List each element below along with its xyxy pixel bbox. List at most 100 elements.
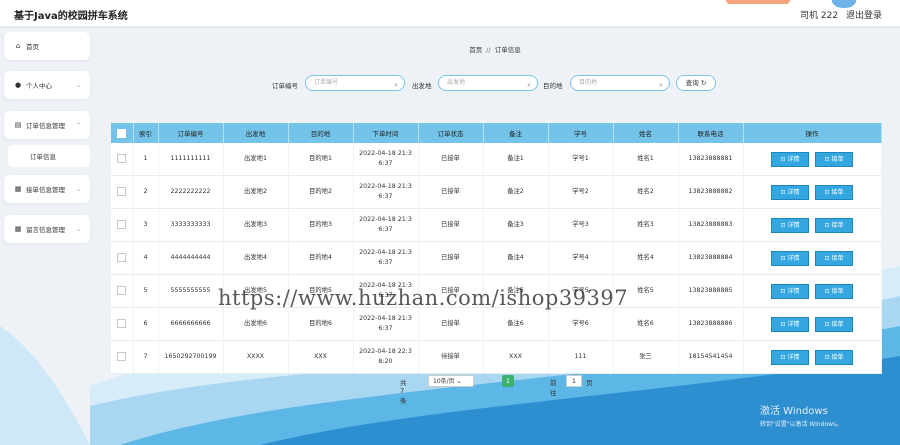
breadcrumb-home[interactable]: 首页 — [469, 46, 482, 54]
table-cell: 111 — [548, 340, 614, 374]
dest-input[interactable]: 目的地 ⌕ — [570, 75, 670, 91]
table-cell: 4 — [133, 241, 159, 275]
detail-button[interactable]: ⊡ 详情 — [771, 349, 809, 365]
row-checkbox[interactable] — [117, 351, 127, 361]
row-select-cell — [111, 274, 134, 308]
goto-page-input[interactable]: 1 — [566, 375, 582, 387]
table-cell: 学号4 — [548, 241, 614, 275]
windows-activation-hint: 转到"设置"以激活 Windows。 — [760, 421, 843, 428]
column-header: 目的地 — [288, 123, 354, 143]
windows-activation-notice: 激活 Windows 转到"设置"以激活 Windows。 — [760, 402, 842, 428]
search-icon: ⌕ — [659, 81, 663, 89]
table-cell: 已接单 — [418, 241, 484, 275]
column-header: 出发地 — [223, 123, 289, 143]
table-cell: 学号2 — [548, 175, 614, 209]
row-checkbox[interactable] — [117, 318, 127, 328]
row-select-cell — [111, 143, 134, 176]
table-cell: 3333333333 — [158, 208, 224, 242]
accept-order-button[interactable]: ⊡ 接单 — [815, 283, 853, 299]
accept-button-label: 接单 — [831, 188, 844, 196]
windows-activation-title: 激活 Windows — [760, 406, 828, 417]
table-cell: 5555555555 — [158, 274, 224, 308]
row-select-cell — [111, 241, 134, 275]
row-actions: ⊡ 详情 ⊡ 接单 — [743, 307, 882, 341]
list-icon: ▤ — [14, 121, 22, 129]
sidebar-item-accept-management[interactable]: ▦ 接单信息管理 ⌄ — [4, 175, 90, 203]
page-size-select[interactable]: 10条/页 ⌄ — [428, 375, 474, 387]
detail-button[interactable]: ⊡ 详情 — [771, 316, 809, 332]
next-page-button[interactable]: › — [520, 375, 532, 387]
table-cell: 出发地1 — [223, 143, 289, 176]
origin-input[interactable]: 出发地 ⌕ — [438, 75, 538, 91]
detail-button-label: 详情 — [787, 188, 800, 196]
accept-button-label: 接单 — [831, 254, 844, 262]
accept-order-button[interactable]: ⊡ 接单 — [815, 217, 853, 233]
table-cell: 13823888886 — [678, 307, 744, 341]
table-header-row: 索引 订单编号 出发地 目的地 下单时间 订单状态 备注 学号 姓名 联系电话 … — [111, 123, 882, 143]
sidebar-item-message-management[interactable]: ▦ 留言信息管理 ⌄ — [4, 215, 90, 243]
page-size-value: 10条/页 — [433, 378, 455, 385]
row-checkbox[interactable] — [117, 186, 127, 196]
row-checkbox[interactable] — [117, 285, 127, 295]
table-cell: 13823888884 — [678, 241, 744, 275]
table-cell: 3 — [133, 208, 159, 242]
detail-button[interactable]: ⊡ 详情 — [771, 151, 809, 167]
table-row: 6 6666666666 出发地6 目的地6 2022-04-18 21:3 6:37 已… — [111, 307, 882, 341]
accept-order-button[interactable]: ⊡ 接单 — [815, 250, 853, 266]
table-cell: 备注4 — [483, 241, 549, 275]
select-all-checkbox[interactable] — [117, 128, 127, 138]
search-icon: ⌕ — [527, 81, 531, 89]
table-cell: 姓名4 — [613, 241, 679, 275]
column-header: 订单状态 — [418, 123, 484, 143]
detail-button[interactable]: ⊡ 详情 — [771, 217, 809, 233]
user-avatar[interactable] — [832, 0, 856, 8]
table-cell: XXXX — [223, 340, 289, 374]
page-number-current[interactable]: 1 — [502, 375, 514, 387]
accept-order-button[interactable]: ⊡ 接单 — [815, 316, 853, 332]
sidebar-item-home[interactable]: ⌂ 首页 — [4, 32, 90, 60]
query-button[interactable]: 查询 ↻ — [676, 75, 716, 91]
detail-button[interactable]: ⊡ 详情 — [771, 184, 809, 200]
column-header: 学号 — [548, 123, 614, 143]
table-cell: 目的地4 — [288, 241, 354, 275]
grid-icon: ▦ — [14, 185, 22, 193]
sidebar-item-order-management[interactable]: ▤ 订单信息管理 ⌃ — [4, 111, 90, 139]
table-cell: 7 — [133, 340, 159, 374]
accept-order-button[interactable]: ⊡ 接单 — [815, 184, 853, 200]
detail-button[interactable]: ⊡ 详情 — [771, 283, 809, 299]
table-cell: 1650292700199 — [158, 340, 224, 374]
row-checkbox[interactable] — [117, 153, 127, 163]
table-row: 3 3333333333 出发地3 目的地3 2022-04-18 21:3 6:37 已… — [111, 208, 882, 242]
chevron-down-icon: ⌄ — [76, 225, 82, 233]
row-checkbox[interactable] — [117, 252, 127, 262]
table-cell: 13823888881 — [678, 143, 744, 176]
table-cell: 目的地2 — [288, 175, 354, 209]
pagination-total: 共 7 条 — [400, 379, 407, 405]
sidebar-item-label: 留言信息管理 — [26, 226, 65, 234]
table-cell: XXX — [288, 340, 354, 374]
table-cell: 13823888883 — [678, 208, 744, 242]
logout-link[interactable]: 退出登录 — [846, 8, 882, 21]
row-select-cell — [111, 307, 134, 341]
column-header: 订单编号 — [158, 123, 224, 143]
table-cell: 2022-04-18 21:3 6:37 — [353, 175, 419, 209]
row-checkbox[interactable] — [117, 219, 127, 229]
home-icon: ⌂ — [15, 42, 21, 50]
table-cell: 2022-04-18 21:3 6:37 — [353, 143, 419, 176]
detail-button[interactable]: ⊡ 详情 — [771, 250, 809, 266]
accept-order-button[interactable]: ⊡ 接单 — [815, 151, 853, 167]
sidebar-subitem-order-info[interactable]: 订单信息 — [8, 145, 90, 167]
refresh-icon: ↻ — [700, 79, 707, 87]
order-table: 索引 订单编号 出发地 目的地 下单时间 订单状态 备注 学号 姓名 联系电话 … — [111, 123, 882, 374]
column-header: 姓名 — [613, 123, 679, 143]
table-cell: 5 — [133, 274, 159, 308]
detail-button-label: 详情 — [787, 320, 800, 328]
detail-button-label: 详情 — [787, 155, 800, 163]
accept-order-button[interactable]: ⊡ 接单 — [815, 349, 853, 365]
table-cell: 出发地6 — [223, 307, 289, 341]
column-header: 操作 — [743, 123, 882, 143]
row-actions: ⊡ 详情 ⊡ 接单 — [743, 241, 882, 275]
table-cell: 出发地2 — [223, 175, 289, 209]
order-no-input[interactable]: 订单编号 ⌕ — [305, 75, 405, 91]
prev-page-button[interactable]: ‹ — [484, 375, 496, 387]
